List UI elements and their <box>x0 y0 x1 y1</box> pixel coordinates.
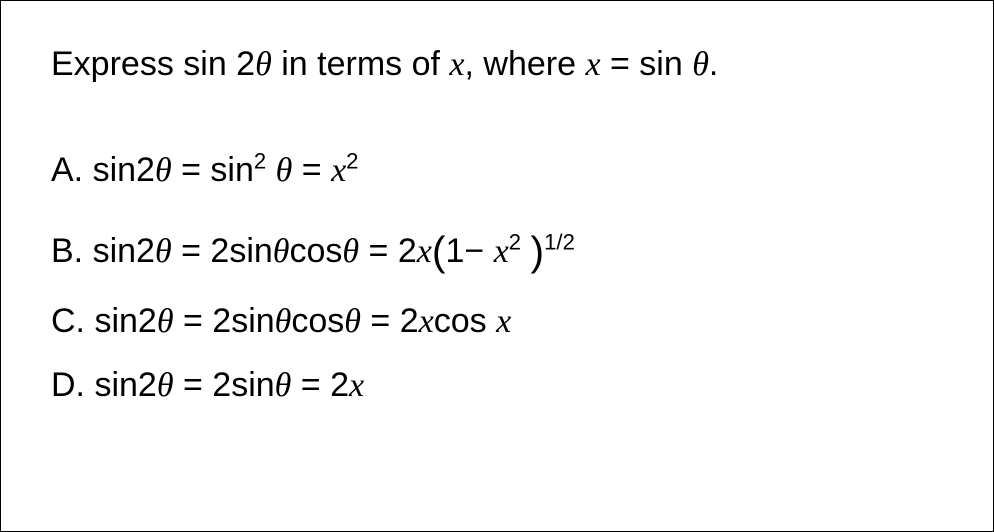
option-text: cos <box>291 302 344 340</box>
option-text: = sin <box>172 151 254 189</box>
option-text: = 2sin <box>174 302 275 340</box>
option-text: = 2 <box>361 302 419 340</box>
superscript: 2 <box>509 230 521 255</box>
theta-symbol: θ <box>255 46 272 83</box>
minus: − <box>464 232 493 270</box>
theta-symbol: θ <box>157 367 174 404</box>
theta-symbol: θ <box>155 233 172 270</box>
x-var: x <box>349 367 364 404</box>
question-mid: in terms of <box>272 45 450 83</box>
option-text: sin2 <box>85 302 157 340</box>
option-c: C. sin2θ = 2sinθcosθ = 2xcos x <box>51 290 943 354</box>
one: 1 <box>445 232 464 270</box>
option-label: C. <box>51 302 85 340</box>
x-var: x <box>449 46 464 83</box>
theta-symbol: θ <box>276 152 293 189</box>
option-text: sin2 <box>85 366 157 404</box>
theta-symbol: θ <box>157 303 174 340</box>
theta-symbol: θ <box>344 303 361 340</box>
question-prefix: Express sin 2 <box>51 45 255 83</box>
option-label: D. <box>51 366 85 404</box>
option-text: = 2 <box>291 366 349 404</box>
option-text: = 2sin <box>174 366 275 404</box>
theta-symbol: θ <box>692 46 709 83</box>
x-var: x <box>419 303 434 340</box>
superscript: 2 <box>346 148 358 173</box>
option-text: = 2 <box>359 232 417 270</box>
question-period: . <box>709 45 718 83</box>
option-text: cos <box>289 232 342 270</box>
rparen: ) <box>531 228 545 274</box>
option-d: D. sin2θ = 2sinθ = 2x <box>51 354 943 418</box>
theta-symbol: θ <box>275 303 292 340</box>
superscript: 2 <box>254 148 266 173</box>
options-list: A. sin2θ = sin2 θ = x2 B. sin2θ = 2sinθc… <box>51 139 943 418</box>
option-text: sin2 <box>83 151 155 189</box>
question-text: Express sin 2θ in terms of x, where x = … <box>51 41 943 89</box>
option-b: B. sin2θ = 2sinθcosθ = 2x(1− x2 )1/2 <box>51 214 943 289</box>
option-label: B. <box>51 232 83 270</box>
theta-symbol: θ <box>273 233 290 270</box>
x-var: x <box>331 152 346 189</box>
superscript: 1/2 <box>544 230 575 255</box>
theta-symbol: θ <box>155 152 172 189</box>
option-text: = <box>292 151 331 189</box>
question-eq: = sin <box>601 45 693 83</box>
lparen: ( <box>432 228 446 274</box>
space <box>266 151 275 189</box>
option-a: A. sin2θ = sin2 θ = x2 <box>51 139 943 203</box>
option-text: cos <box>434 302 496 340</box>
theta-symbol: θ <box>342 233 359 270</box>
option-text: sin2 <box>83 232 155 270</box>
option-label: A. <box>51 151 83 189</box>
x-var: x <box>417 233 432 270</box>
x-var: x <box>585 46 600 83</box>
space <box>521 232 530 270</box>
x-var: x <box>496 303 511 340</box>
theta-symbol: θ <box>275 367 292 404</box>
question-comma: , where <box>465 45 586 83</box>
x-var: x <box>494 233 509 270</box>
option-text: = 2sin <box>172 232 273 270</box>
